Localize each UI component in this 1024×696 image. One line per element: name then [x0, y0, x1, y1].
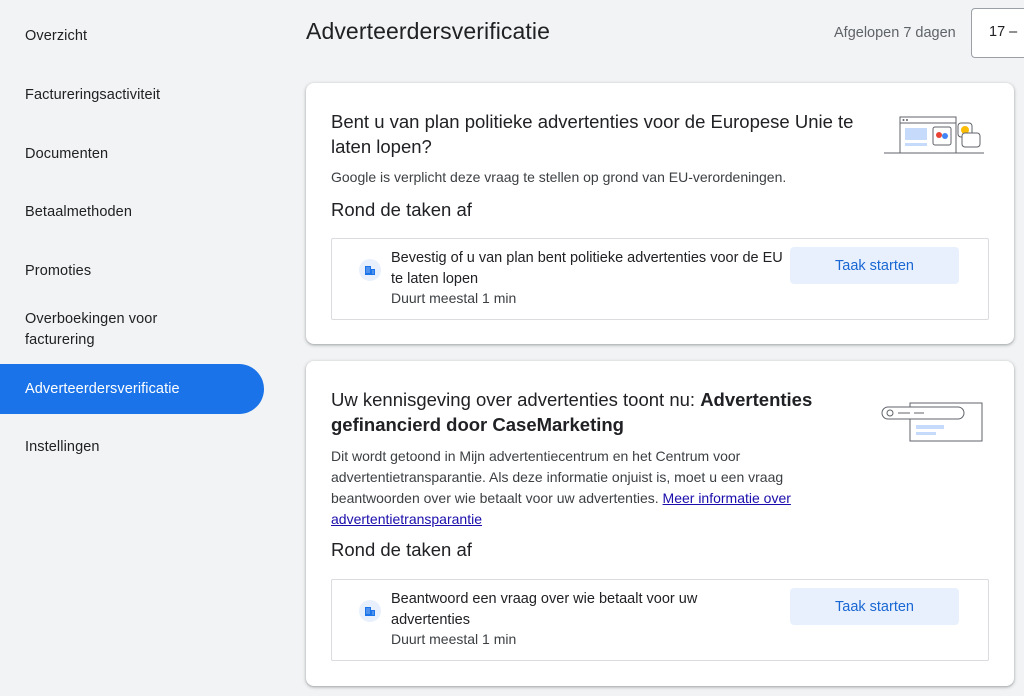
section-title: Rond de taken af [331, 199, 472, 220]
sidebar-item-label: Adverteerdersverificatie [25, 380, 180, 397]
search-ad-icon [881, 402, 983, 442]
sidebar-item-betaalmethoden[interactable]: Betaalmethoden [0, 202, 264, 223]
task-duration: Duurt meestal 1 min [391, 290, 517, 306]
building-icon [359, 259, 381, 281]
card-title-prefix: Uw kennisgeving over advertenties toont … [331, 389, 701, 410]
task-title: Bevestig of u van plan bent politieke ad… [391, 250, 783, 287]
task-title: Beantwoord een vraag over wie betaalt vo… [391, 591, 698, 628]
sidebar-item-documenten[interactable]: Documenten [0, 144, 264, 165]
sidebar-item-overboekingen[interactable]: Overboekingen voor facturering [0, 309, 220, 351]
section-title: Rond de taken af [331, 539, 472, 560]
date-range-picker[interactable]: 17 – [971, 8, 1024, 58]
sidebar-item-adverteerdersverificatie[interactable]: Adverteerdersverificatie [0, 364, 264, 414]
card-title: Bent u van plan politieke advertenties v… [331, 111, 854, 157]
task-duration: Duurt meestal 1 min [391, 631, 517, 647]
sidebar-item-label: Instellingen [25, 439, 100, 455]
start-task-button[interactable]: Taak starten [790, 588, 959, 625]
sidebar-item-label: Promoties [25, 263, 92, 279]
sidebar-item-factureringsactiviteit[interactable]: Factureringsactiviteit [0, 85, 264, 106]
sidebar-item-label: Factureringsactiviteit [25, 87, 161, 103]
task-item: Bevestig of u van plan bent politieke ad… [331, 238, 989, 320]
sidebar-item-label: Documenten [25, 146, 109, 162]
sidebar-item-promoties[interactable]: Promoties [0, 261, 264, 282]
sidebar-item-label: Overzicht [25, 28, 88, 44]
ad-disclosure-card: Uw kennisgeving over advertenties toont … [306, 361, 1014, 686]
date-range-value: 17 – [989, 24, 1018, 40]
page-title: Adverteerdersverificatie [306, 18, 551, 44]
card-description: Google is verplicht deze vraag te stelle… [331, 169, 787, 185]
sidebar-item-instellingen[interactable]: Instellingen [0, 437, 264, 458]
browser-window-icon [884, 116, 984, 154]
sidebar-item-label: Betaalmethoden [25, 204, 133, 220]
eu-political-ads-card: Bent u van plan politieke advertenties v… [306, 83, 1014, 344]
start-task-button[interactable]: Taak starten [790, 247, 959, 284]
sidebar-item-label: Overboekingen voor facturering [25, 311, 158, 348]
sidebar: Overzicht Factureringsactiviteit Documen… [0, 0, 280, 696]
building-icon [359, 600, 381, 622]
task-item: Beantwoord een vraag over wie betaalt vo… [331, 579, 989, 661]
card-description: Dit wordt getoond in Mijn advertentiecen… [331, 446, 841, 530]
period-label: Afgelopen 7 dagen [834, 25, 956, 41]
card-title: Uw kennisgeving over advertenties toont … [331, 387, 861, 437]
sidebar-item-overzicht[interactable]: Overzicht [0, 26, 264, 47]
